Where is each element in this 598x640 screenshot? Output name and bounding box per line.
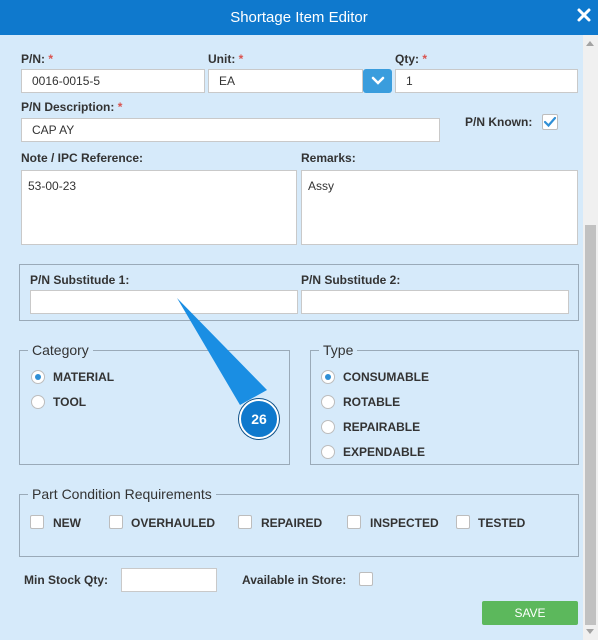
unit-required-mark: * [238,52,244,66]
pn-sub1-label: P/N Substitude 1: [30,273,130,287]
scroll-down-arrow-icon[interactable] [586,629,594,634]
pn-description-label-text: P/N Description: [21,100,115,114]
pn-sub2-input[interactable] [301,290,569,314]
save-button[interactable]: SAVE [482,601,578,625]
condition-label-new: NEW [53,516,81,530]
condition-checkbox-tested[interactable] [456,515,470,529]
condition-checkbox-inspected[interactable] [347,515,361,529]
condition-checkbox-overhauled[interactable] [109,515,123,529]
window-titlebar: Shortage Item Editor [0,0,598,35]
type-label-expendable: EXPENDABLE [343,445,426,459]
condition-label-repaired: REPAIRED [261,516,323,530]
remarks-label: Remarks: [301,151,356,165]
pn-sub1-input[interactable] [30,290,298,314]
type-label-rotable: ROTABLE [343,395,401,409]
scroll-up-arrow-icon[interactable] [586,41,594,46]
chevron-down-icon [371,76,384,85]
condition-legend: Part Condition Requirements [28,486,216,502]
qty-required-mark: * [422,52,428,66]
type-radio-expendable[interactable] [321,445,335,459]
scrollbar[interactable] [583,35,598,640]
scrollbar-thumb[interactable] [585,225,596,625]
type-radio-rotable[interactable] [321,395,335,409]
pn-value: 0016-0015-5 [32,74,101,88]
pn-input[interactable]: 0016-0015-5 [21,69,205,93]
remarks-textarea[interactable]: Assy [301,170,578,245]
type-radio-consumable[interactable] [321,370,335,384]
checkmark-icon [543,116,557,128]
note-ipc-textarea[interactable]: 53-00-23 [21,170,297,245]
type-radio-repairable[interactable] [321,420,335,434]
condition-label-inspected: INSPECTED [370,516,439,530]
category-label-tool: TOOL [53,395,87,409]
window-title: Shortage Item Editor [230,9,368,26]
qty-input[interactable]: 1 [395,69,578,93]
qty-value: 1 [406,74,413,88]
note-ipc-label: Note / IPC Reference: [21,151,144,165]
pn-known-checkbox[interactable] [542,114,558,130]
unit-dropdown-button[interactable] [363,69,392,93]
category-legend: Category [28,342,93,358]
editor-content: P/N: * 0016-0015-5 Unit: * EA Qty: * 1 P… [0,35,583,640]
condition-label-tested: TESTED [478,516,526,530]
category-radio-material[interactable] [31,370,45,384]
condition-checkbox-new[interactable] [30,515,44,529]
pn-description-required-mark: * [117,100,123,114]
pn-required-mark: * [48,52,54,66]
unit-label: Unit: * [208,52,243,66]
pn-label: P/N: * [21,52,53,66]
pn-description-input[interactable]: CAP AY [21,118,440,142]
min-stock-input[interactable] [121,568,217,592]
condition-label-overhauled: OVERHAULED [131,516,216,530]
unit-select[interactable]: EA [208,69,363,93]
unit-label-text: Unit: [208,52,236,66]
pn-label-text: P/N: [21,52,45,66]
close-icon[interactable] [576,7,592,23]
category-radio-tool[interactable] [31,395,45,409]
note-ipc-value: 53-00-23 [28,179,77,193]
available-store-label: Available in Store: [242,573,347,587]
annotation-badge: 26 [239,399,279,439]
type-label-repairable: REPAIRABLE [343,420,421,434]
available-store-checkbox[interactable] [359,572,373,586]
remarks-value: Assy [308,179,335,193]
qty-label: Qty: * [395,52,427,66]
condition-checkbox-repaired[interactable] [238,515,252,529]
pn-sub2-label: P/N Substitude 2: [301,273,401,287]
type-legend: Type [319,342,358,358]
pn-description-label: P/N Description: * [21,100,122,114]
unit-value: EA [219,74,236,88]
type-label-consumable: CONSUMABLE [343,370,429,384]
pn-description-value: CAP AY [32,123,75,137]
qty-label-text: Qty: [395,52,419,66]
min-stock-label: Min Stock Qty: [24,573,109,587]
pn-known-label: P/N Known: [465,115,533,129]
category-label-material: MATERIAL [53,370,115,384]
